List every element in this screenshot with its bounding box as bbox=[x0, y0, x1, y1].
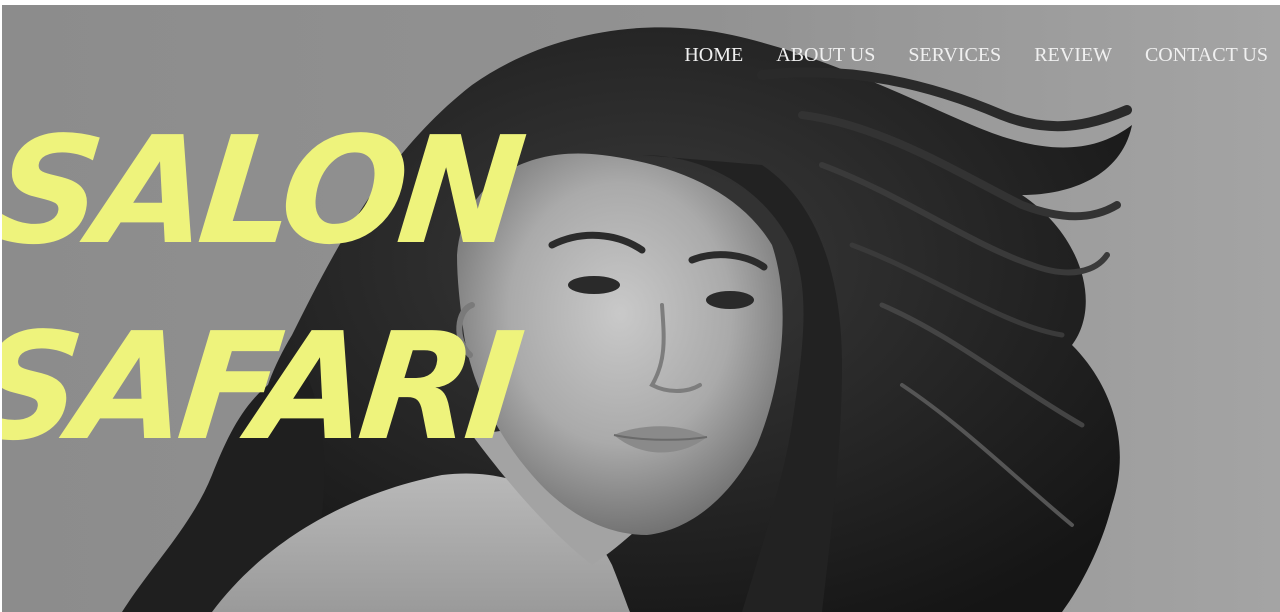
brand-title: SALON SAFARI bbox=[2, 93, 545, 485]
main-nav: HOME ABOUT US SERVICES REVIEW CONTACT US bbox=[684, 43, 1268, 67]
brand-title-line-1: SALON bbox=[2, 105, 525, 277]
nav-review-link[interactable]: REVIEW bbox=[1034, 43, 1112, 67]
nav-contact-us-link[interactable]: CONTACT US bbox=[1145, 43, 1268, 67]
nav-home-link[interactable]: HOME bbox=[684, 43, 743, 67]
brand-title-line-2: SAFARI bbox=[2, 301, 523, 473]
hero-section: HOME ABOUT US SERVICES REVIEW CONTACT US… bbox=[2, 5, 1280, 612]
nav-services-link[interactable]: SERVICES bbox=[908, 43, 1001, 67]
nav-about-us-link[interactable]: ABOUT US bbox=[776, 43, 875, 67]
page: HOME ABOUT US SERVICES REVIEW CONTACT US… bbox=[0, 0, 1280, 612]
